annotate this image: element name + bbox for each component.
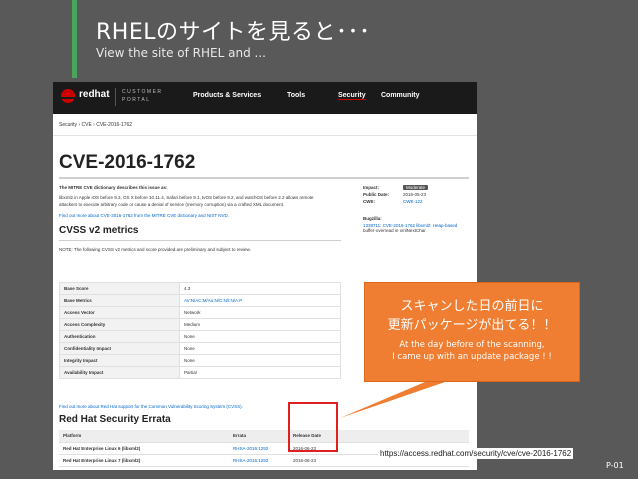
table-cell: Base Score [59,282,180,295]
public-date-row: Public Date: 2016-05-23 [363,192,473,199]
nav-community[interactable]: Community [381,92,420,99]
callout-en-line2: I came up with an update package ! ! [392,352,552,362]
page-title: CVE-2016-1762 [59,152,196,173]
cvss-heading: CVSS v2 metrics [59,225,139,236]
title-accent-bar [72,0,77,78]
errata-link[interactable]: RHSA-2016:1292 [229,454,289,467]
cvss-table: Base Score 4.3 Base Metrics AV:N/AC:M/Au:N… [59,282,341,379]
portal-label-line2: PORTAL [122,97,151,103]
header-divider [115,88,116,106]
table-row: Access Vector Network [59,306,341,319]
table-cell: Access Complexity [59,318,180,331]
callout-japanese: スキャンした日の前日に 更新パッケージが出てる！！ [365,297,579,335]
release-date-highlight [288,402,338,452]
breadcrumb[interactable]: Security › CVE › CVE-2016-1762 [53,114,477,136]
table-row: Base Score 4.3 [59,282,341,295]
table-row: Base Metrics AV:N/AC:M/Au:N/C:N/I:N/A:P [59,294,341,307]
cve-sidebar: Impact: Moderate Public Date: 2016-05-23… [363,185,473,233]
find-more-link[interactable]: Find out more about CVE-2016-1762 from t… [59,213,341,219]
table-cell: Access Vector [59,306,180,319]
callout-en-line1: At the day before of the scanning, [399,340,545,350]
bugzilla-line2: buffer-overread in xmlNextChar [363,228,426,233]
page-number: P-01 [606,461,624,470]
errata-link[interactable]: RHSA-2016:1292 [229,442,289,455]
source-url: https://access.redhat.com/security/cve/c… [378,448,574,459]
nav-products[interactable]: Products & Services [193,92,261,99]
public-date-label: Public Date: [363,192,390,197]
impact-badge: Moderate [403,185,429,190]
public-date-value: 2016-05-23 [403,192,427,197]
table-cell: Confidentiality Impact [59,342,180,355]
table-cell: 4.3 [179,282,341,295]
table-header-row: Platform Errata Release Date [59,430,469,443]
cvss-note: NOTE: The following CVSS v2 metrics and … [59,247,251,252]
portal-label: CUSTOMER PORTAL [122,88,163,104]
site-header: redhat CUSTOMER PORTAL Products & Servic… [53,82,477,114]
callout-jp-line1: スキャンした日の前日に [400,299,544,314]
slide-subtitle: View the site of RHEL and ... [96,46,266,60]
table-row: Confidentiality Impact None [59,342,341,355]
bugzilla-row: Bugzilla: [363,216,473,223]
bugzilla-label: Bugzilla: [363,216,382,221]
title-divider [59,177,469,179]
table-cell-link[interactable]: AV:N/AC:M/Au:N/C:N/I:N/A:P [179,294,341,307]
slide-title: RHELのサイトを見ると･･･ [96,20,371,45]
annotation-callout: スキャンした日の前日に 更新パッケージが出てる！！ At the day bef… [364,282,580,382]
table-cell: None [179,354,341,367]
slide-title-area: RHELのサイトを見ると･･･ View the site of RHEL an… [0,0,638,78]
table-cell: Red Hat Enterprise Linux 6 (libxml2) [59,442,229,455]
column-header-platform: Platform [59,430,229,443]
callout-english: At the day before of the scanning, I cam… [365,339,579,363]
table-cell: Medium [179,318,341,331]
table-cell: None [179,342,341,355]
redhat-logo-icon[interactable] [58,89,78,103]
column-header-errata: Errata [229,430,289,443]
site-logo-text[interactable]: redhat [79,89,110,100]
table-cell: Integrity Impact [59,354,180,367]
description-line2: attackers to execute arbitrary code or c… [59,202,285,207]
table-row: Integrity Impact None [59,354,341,367]
nav-tools[interactable]: Tools [287,92,305,99]
impact-row: Impact: Moderate [363,185,473,192]
errata-heading: Red Hat Security Errata [59,414,171,425]
table-cell: Network [179,306,341,319]
cwe-row: CWE: CWE-122 [363,199,473,206]
table-row: Access Complexity Medium [59,318,341,331]
description-heading: The MITRE CVE dictionary describes this … [59,185,168,190]
website-screenshot: redhat CUSTOMER PORTAL Products & Servic… [53,82,477,470]
table-cell: Red Hat Enterprise Linux 7 (libxml2) [59,454,229,467]
impact-label: Impact: [363,185,380,190]
cwe-label: CWE: [363,199,375,204]
table-cell: Authentication [59,330,180,343]
nav-security[interactable]: Security [338,92,366,100]
table-row: Authentication None [59,330,341,343]
description-line1: libxml2 in Apple iOS before 9.3, OS X be… [59,195,314,200]
table-cell: None [179,330,341,343]
callout-jp-line2: 更新パッケージが出てる！！ [387,318,557,333]
table-cell: Partial [179,366,341,379]
cwe-link[interactable]: CWE-122 [403,199,423,204]
table-cell: Availability Impact [59,366,180,379]
portal-label-line1: CUSTOMER [122,89,163,95]
table-row: Availability Impact Partial [59,366,341,379]
table-cell: Base Metrics [59,294,180,307]
cvss-rule [59,240,341,241]
